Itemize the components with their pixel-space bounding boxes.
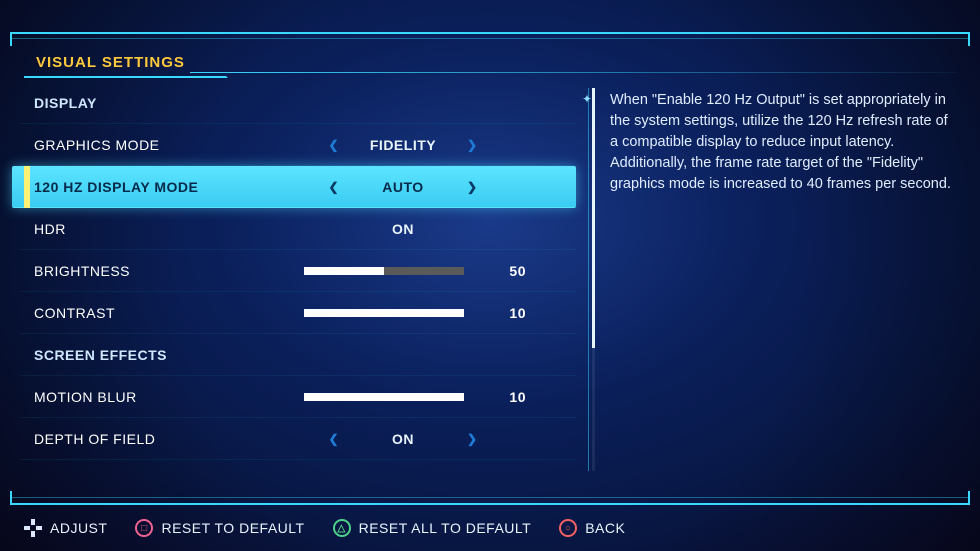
section-display: DISPLAY bbox=[20, 82, 576, 124]
triangle-icon: △ bbox=[333, 519, 351, 537]
scrollbar[interactable]: ✦ bbox=[576, 82, 602, 491]
slider-brightness[interactable] bbox=[304, 267, 464, 275]
label-120hz: 120 HZ DISPLAY MODE bbox=[34, 179, 244, 195]
row-graphics-mode[interactable]: GRAPHICS MODE ❮ FIDELITY ❯ bbox=[20, 124, 576, 166]
row-contrast[interactable]: CONTRAST 10 bbox=[20, 292, 576, 334]
description-text: When "Enable 120 Hz Output" is set appro… bbox=[610, 90, 956, 195]
value-graphics-mode: FIDELITY bbox=[353, 137, 453, 153]
chevron-right-icon[interactable]: ❯ bbox=[463, 138, 482, 152]
page-title: VISUAL SETTINGS bbox=[24, 50, 209, 78]
hint-back: ○ BACK bbox=[559, 519, 625, 537]
row-hdr[interactable]: HDR ON bbox=[20, 208, 576, 250]
row-motion-blur[interactable]: MOTION BLUR 10 bbox=[20, 376, 576, 418]
chevron-right-icon[interactable]: ❯ bbox=[463, 432, 482, 446]
row-120hz-display-mode[interactable]: 120 HZ DISPLAY MODE ❮ AUTO ❯ bbox=[12, 166, 576, 208]
hint-adjust: ADJUST bbox=[24, 519, 107, 537]
label-contrast: CONTRAST bbox=[34, 305, 244, 321]
hint-reset-all: △ RESET ALL TO DEFAULT bbox=[333, 519, 532, 537]
slider-contrast[interactable] bbox=[304, 309, 464, 317]
value-brightness: 50 bbox=[486, 263, 526, 279]
chevron-left-icon[interactable]: ❮ bbox=[324, 432, 343, 446]
label-dof: DEPTH OF FIELD bbox=[34, 431, 244, 447]
label-hdr: HDR bbox=[34, 221, 244, 237]
hint-reset: □ RESET TO DEFAULT bbox=[135, 519, 304, 537]
value-contrast: 10 bbox=[486, 305, 526, 321]
value-120hz: AUTO bbox=[353, 179, 453, 195]
square-icon: □ bbox=[135, 519, 153, 537]
chevron-right-icon[interactable]: ❯ bbox=[463, 180, 482, 194]
description-panel: When "Enable 120 Hz Output" is set appro… bbox=[602, 82, 960, 491]
value-dof: ON bbox=[353, 431, 453, 447]
chevron-left-icon[interactable]: ❮ bbox=[324, 180, 343, 194]
label-motion-blur: MOTION BLUR bbox=[34, 389, 244, 405]
label-brightness: BRIGHTNESS bbox=[34, 263, 244, 279]
section-screen-effects: SCREEN EFFECTS bbox=[20, 334, 576, 376]
chevron-left-icon[interactable]: ❮ bbox=[324, 138, 343, 152]
gear-icon: ✦ bbox=[582, 92, 592, 106]
slider-motion-blur[interactable] bbox=[304, 393, 464, 401]
dpad-icon bbox=[24, 519, 42, 537]
label-graphics-mode: GRAPHICS MODE bbox=[34, 137, 244, 153]
value-motion-blur: 10 bbox=[486, 389, 526, 405]
row-brightness[interactable]: BRIGHTNESS 50 bbox=[20, 250, 576, 292]
settings-list: DISPLAY GRAPHICS MODE ❮ FIDELITY ❯ 120 H… bbox=[20, 82, 576, 491]
value-hdr: ON bbox=[353, 221, 453, 237]
footer-hints: ADJUST □ RESET TO DEFAULT △ RESET ALL TO… bbox=[24, 519, 956, 537]
circle-icon: ○ bbox=[559, 519, 577, 537]
row-depth-of-field[interactable]: DEPTH OF FIELD ❮ ON ❯ bbox=[20, 418, 576, 460]
